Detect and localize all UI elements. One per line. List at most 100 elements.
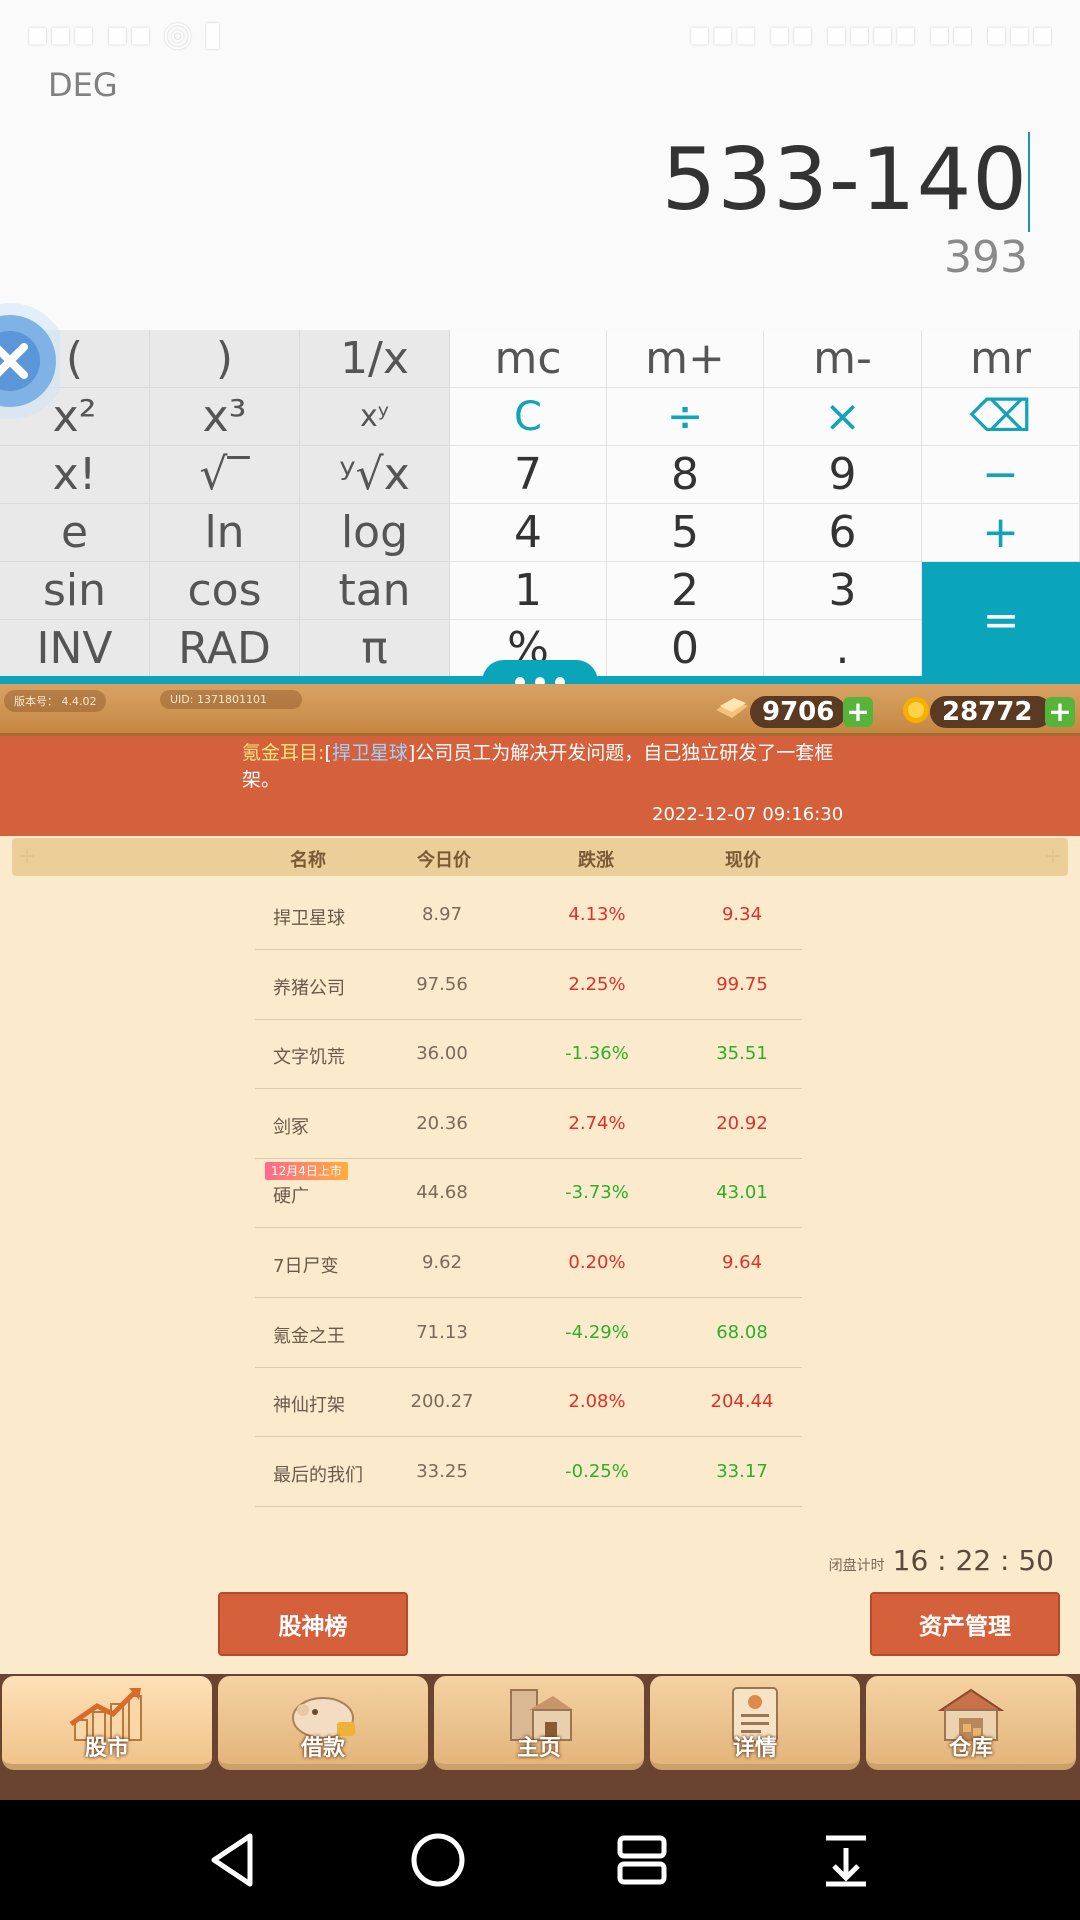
stock-name: 氪金之王 xyxy=(273,1325,345,1347)
key-4[interactable]: 4 xyxy=(450,504,607,562)
key-factorial[interactable]: x! xyxy=(0,446,150,504)
table-row[interactable]: 捍卫星球 8.97 4.13% 9.34 xyxy=(255,880,802,950)
stock-name: 养猪公司 xyxy=(273,977,345,999)
today-price: 44.68 xyxy=(416,1182,468,1204)
backspace-icon[interactable]: ⌫ xyxy=(922,388,1080,446)
current-price: 20.92 xyxy=(716,1112,768,1134)
key-ln[interactable]: ln xyxy=(150,504,300,562)
key-m-minus[interactable]: m- xyxy=(764,330,922,388)
key-log[interactable]: log xyxy=(300,504,450,562)
add-coin-button[interactable]: + xyxy=(1045,697,1075,727)
back-icon[interactable] xyxy=(202,1828,266,1892)
notification-pull-icon[interactable] xyxy=(814,1828,878,1892)
price-change: -1.36% xyxy=(565,1043,629,1065)
resource-bar: 版本号： 4.4.02 UID: 1371801101 9706 + 28772… xyxy=(0,684,1080,736)
today-price: 8.97 xyxy=(421,904,463,925)
recents-icon[interactable] xyxy=(610,1828,674,1892)
key-nth-root[interactable]: ʸ√x xyxy=(300,446,450,504)
news-ticker: 氪金耳目:[捍卫星球]公司员工为解决开发问题，自己独立研发了一套框架。 2022… xyxy=(0,736,1080,836)
leaderboard-button[interactable]: 股神榜 xyxy=(218,1592,408,1656)
home-icon[interactable] xyxy=(406,1828,470,1892)
key-7[interactable]: 7 xyxy=(450,446,607,504)
stock-name: 剑冢 xyxy=(273,1116,309,1138)
key-power[interactable]: xʸ xyxy=(300,388,450,446)
price-change: -4.29% xyxy=(565,1321,629,1343)
key-9[interactable]: 9 xyxy=(764,446,922,504)
table-row[interactable]: 7日尸变 9.62 0.20% 9.64 xyxy=(255,1228,802,1298)
news-source: 氪金耳目: xyxy=(242,742,325,764)
gold-bar-icon xyxy=(716,698,748,718)
tab-home[interactable]: 主页 xyxy=(434,1676,644,1770)
key-close-paren[interactable]: ) xyxy=(150,330,300,388)
key-rad[interactable]: RAD xyxy=(150,620,300,678)
tab-label: 详情 xyxy=(732,1736,777,1761)
keypad: ( ) 1/x mc m+ m- mr x² x³ xʸ C ÷ × ⌫ x! … xyxy=(0,330,1080,678)
text-cursor xyxy=(1028,132,1030,232)
today-price: 97.56 xyxy=(416,973,468,995)
angle-mode-label[interactable]: DEG xyxy=(48,66,118,104)
key-minus[interactable]: − xyxy=(922,446,1080,504)
key-1[interactable]: 1 xyxy=(450,562,607,620)
key-decimal[interactable]: . xyxy=(764,620,922,678)
header-change: 跌涨 xyxy=(578,850,614,871)
key-multiply[interactable]: × xyxy=(764,388,922,446)
key-6[interactable]: 6 xyxy=(764,504,922,562)
key-8[interactable]: 8 xyxy=(607,446,764,504)
key-3[interactable]: 3 xyxy=(764,562,922,620)
table-row[interactable]: 神仙打架 200.27 2.08% 204.44 xyxy=(255,1367,802,1438)
tab-stock-market[interactable]: 股市 xyxy=(2,1676,212,1770)
version-label: 版本号： 4.4.02 xyxy=(4,690,107,712)
key-tan[interactable]: tan xyxy=(300,562,450,620)
today-price: 33.25 xyxy=(416,1460,468,1482)
key-clear[interactable]: C xyxy=(450,388,607,446)
table-row[interactable]: 养猪公司 97.56 2.25% 99.75 xyxy=(255,950,802,1020)
key-cube[interactable]: x³ xyxy=(150,388,300,446)
table-row[interactable]: 文字饥荒 36.00 -1.36% 35.51 xyxy=(255,1019,802,1090)
today-price: 71.13 xyxy=(416,1321,468,1343)
coin-amount: 28772 xyxy=(930,696,1052,728)
price-change: -3.73% xyxy=(565,1182,629,1204)
key-divide[interactable]: ÷ xyxy=(607,388,764,446)
key-e[interactable]: e xyxy=(0,504,150,562)
table-row[interactable]: 最后的我们 33.25 -0.25% 33.17 xyxy=(255,1437,802,1507)
key-equals[interactable]: = xyxy=(922,562,1080,678)
status-bar: ▪▪▪ ▪▪ ◎ ▮ ▪▪▪ ▪▪ ▪▪▪▪ ▪▪ ▪▪▪ xyxy=(0,0,1080,70)
news-timestamp: 2022-12-07 09:16:30 xyxy=(652,804,844,825)
today-price: 36.00 xyxy=(416,1043,468,1065)
table-row[interactable]: 剑冢 20.36 2.74% 20.92 xyxy=(255,1089,802,1159)
add-gold-button[interactable]: + xyxy=(843,697,873,727)
key-0[interactable]: 0 xyxy=(607,620,764,678)
key-inv[interactable]: INV xyxy=(0,620,150,678)
price-change: 2.25% xyxy=(568,973,626,995)
expression-display[interactable]: 533-140 xyxy=(662,130,1028,230)
key-mr[interactable]: mr xyxy=(922,330,1080,388)
table-row[interactable]: 氪金之王 71.13 -4.29% 68.08 xyxy=(255,1298,802,1368)
asset-management-button[interactable]: 资产管理 xyxy=(870,1592,1060,1656)
header-current-price: 现价 xyxy=(725,850,761,871)
key-5[interactable]: 5 xyxy=(607,504,764,562)
key-2[interactable]: 2 xyxy=(607,562,764,620)
key-plus[interactable]: + xyxy=(922,504,1080,562)
tab-warehouse[interactable]: 仓库 xyxy=(866,1676,1076,1770)
key-mc[interactable]: mc xyxy=(450,330,607,388)
key-pi[interactable]: π xyxy=(300,620,450,678)
news-bracket-open: [ xyxy=(324,742,332,764)
stock-name: 硬广 xyxy=(273,1186,309,1208)
stock-game-window: 版本号： 4.4.02 UID: 1371801101 9706 + 28772… xyxy=(0,684,1080,1800)
timer-value: 16 : 22 : 50 xyxy=(892,1544,1054,1577)
close-icon[interactable] xyxy=(0,296,60,426)
key-reciprocal[interactable]: 1/x xyxy=(300,330,450,388)
key-sin[interactable]: sin xyxy=(0,562,150,620)
key-sqrt[interactable]: √‾ xyxy=(150,446,300,504)
timer-label: 闭盘计时 xyxy=(828,1558,885,1574)
key-cos[interactable]: cos xyxy=(150,562,300,620)
header-today-price: 今日价 xyxy=(417,850,471,871)
today-price: 20.36 xyxy=(416,1112,468,1134)
tab-details[interactable]: 详情 xyxy=(650,1676,860,1770)
key-m-plus[interactable]: m+ xyxy=(607,330,764,388)
plus-icon: + xyxy=(18,844,37,869)
current-price: 99.75 xyxy=(716,973,768,995)
uid-label: UID: 1371801101 xyxy=(160,690,302,709)
tab-loan[interactable]: 借款 xyxy=(218,1676,428,1770)
today-price: 9.62 xyxy=(421,1252,463,1273)
